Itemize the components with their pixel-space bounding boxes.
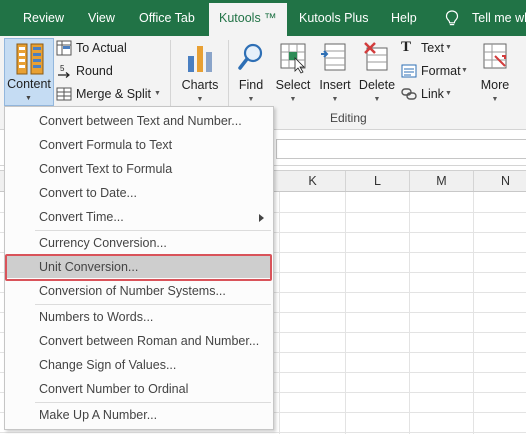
- round-label: Round: [76, 64, 113, 78]
- format-icon: [401, 64, 417, 78]
- more-icon: [483, 43, 507, 69]
- delete-label: Delete: [358, 78, 396, 92]
- round-button[interactable]: 5 Round: [56, 61, 156, 81]
- ribbon-tab-bar: Review View Office Tab Kutools ™ Kutools…: [0, 0, 526, 36]
- menu-item-convert-to-date[interactable]: Convert to Date...: [5, 182, 273, 204]
- find-label: Find: [238, 78, 264, 92]
- to-actual-label: To Actual: [76, 41, 127, 55]
- menu-item-convert-text-to-formula[interactable]: Convert Text to Formula: [5, 158, 273, 180]
- grid-line: [345, 192, 346, 434]
- highlight-annotation-box: [5, 254, 272, 281]
- charts-label: Charts: [181, 78, 219, 92]
- to-actual-button[interactable]: To Actual: [56, 38, 156, 58]
- menu-item-roman-number[interactable]: Convert between Roman and Number...: [5, 330, 273, 352]
- menu-separator: [35, 304, 271, 305]
- menu-item-currency-conversion[interactable]: Currency Conversion...: [5, 232, 273, 254]
- column-header-m[interactable]: M: [410, 171, 474, 191]
- text-icon: T: [401, 39, 412, 55]
- grid-line: [0, 432, 526, 433]
- menu-item-convert-formula-to-text[interactable]: Convert Formula to Text: [5, 134, 273, 156]
- magnifier-icon: [238, 43, 263, 70]
- content-icon: [16, 43, 44, 75]
- merge-split-icon: [56, 87, 72, 101]
- chevron-down-icon: ▼: [25, 95, 32, 102]
- link-icon: [401, 88, 417, 100]
- column-header-k[interactable]: K: [280, 171, 346, 191]
- select-label: Select: [275, 78, 311, 92]
- select-icon: [280, 43, 306, 74]
- link-label: Link: [421, 87, 444, 101]
- select-button[interactable]: Select ▼: [272, 40, 314, 106]
- chevron-down-icon: ▼: [196, 96, 204, 103]
- editing-group-label: Editing: [330, 111, 367, 125]
- menu-item-convert-text-number[interactable]: Convert between Text and Number...: [5, 110, 273, 132]
- find-button[interactable]: Find ▼: [232, 40, 270, 106]
- merge-split-button[interactable]: Merge & Split ▼: [56, 84, 166, 104]
- text-label: Text: [421, 41, 444, 55]
- insert-icon: [321, 43, 346, 71]
- column-header-l[interactable]: L: [346, 171, 410, 191]
- more-label: More: [480, 78, 510, 92]
- chevron-down-icon: ▼: [491, 96, 499, 103]
- format-label: Format: [421, 64, 461, 78]
- grid-line: [409, 192, 410, 434]
- delete-button[interactable]: Delete ▼: [356, 40, 398, 106]
- charts-button[interactable]: Charts ▼: [178, 40, 222, 106]
- charts-icon: [188, 46, 212, 72]
- text-button[interactable]: T Text ▼: [401, 38, 461, 58]
- tell-me-search[interactable]: Tell me wh: [472, 0, 526, 36]
- insert-label: Insert: [319, 78, 351, 92]
- round-icon: 5: [58, 64, 70, 78]
- svg-text:5: 5: [60, 64, 65, 73]
- chevron-down-icon: ▼: [331, 96, 339, 103]
- chevron-down-icon: ▼: [461, 67, 468, 74]
- tab-kutools[interactable]: Kutools ™: [209, 3, 287, 36]
- menu-item-change-sign[interactable]: Change Sign of Values...: [5, 354, 273, 376]
- tab-view[interactable]: View: [88, 0, 115, 36]
- tab-help[interactable]: Help: [391, 0, 417, 36]
- menu-item-number-systems[interactable]: Conversion of Number Systems...: [5, 280, 273, 302]
- insert-button[interactable]: Insert ▼: [315, 40, 355, 106]
- tab-review[interactable]: Review: [23, 0, 64, 36]
- formula-input[interactable]: [276, 139, 526, 159]
- link-button[interactable]: Link ▼: [401, 84, 461, 104]
- menu-item-make-up-number[interactable]: Make Up A Number...: [5, 404, 273, 426]
- chevron-down-icon: ▼: [445, 44, 452, 51]
- format-button[interactable]: Format ▼: [401, 61, 471, 81]
- submenu-arrow-icon: [259, 214, 264, 222]
- tab-kutools-plus[interactable]: Kutools Plus: [299, 0, 368, 36]
- more-button[interactable]: More ▼: [476, 40, 514, 106]
- tab-office-tab[interactable]: Office Tab: [139, 0, 195, 36]
- menu-item-numbers-to-words[interactable]: Numbers to Words...: [5, 306, 273, 328]
- merge-split-label: Merge & Split: [76, 87, 152, 101]
- menu-separator: [35, 230, 271, 231]
- grid-line: [279, 192, 280, 434]
- chevron-down-icon: ▼: [154, 90, 161, 97]
- content-button[interactable]: Content ▼: [4, 38, 54, 106]
- to-actual-icon: [56, 40, 72, 56]
- lightbulb-icon: [445, 10, 459, 26]
- chevron-down-icon: ▼: [445, 90, 452, 97]
- menu-item-convert-time[interactable]: Convert Time...: [5, 206, 273, 228]
- grid-line: [473, 192, 474, 434]
- menu-item-label: Convert Time...: [39, 210, 124, 224]
- chevron-down-icon: ▼: [289, 96, 297, 103]
- delete-icon: [364, 42, 388, 71]
- menu-item-number-to-ordinal[interactable]: Convert Number to Ordinal: [5, 378, 273, 400]
- menu-separator: [35, 402, 271, 403]
- column-header-n[interactable]: N: [474, 171, 526, 191]
- content-button-label: Content: [7, 77, 51, 91]
- chevron-down-icon: ▼: [247, 96, 255, 103]
- chevron-down-icon: ▼: [373, 96, 381, 103]
